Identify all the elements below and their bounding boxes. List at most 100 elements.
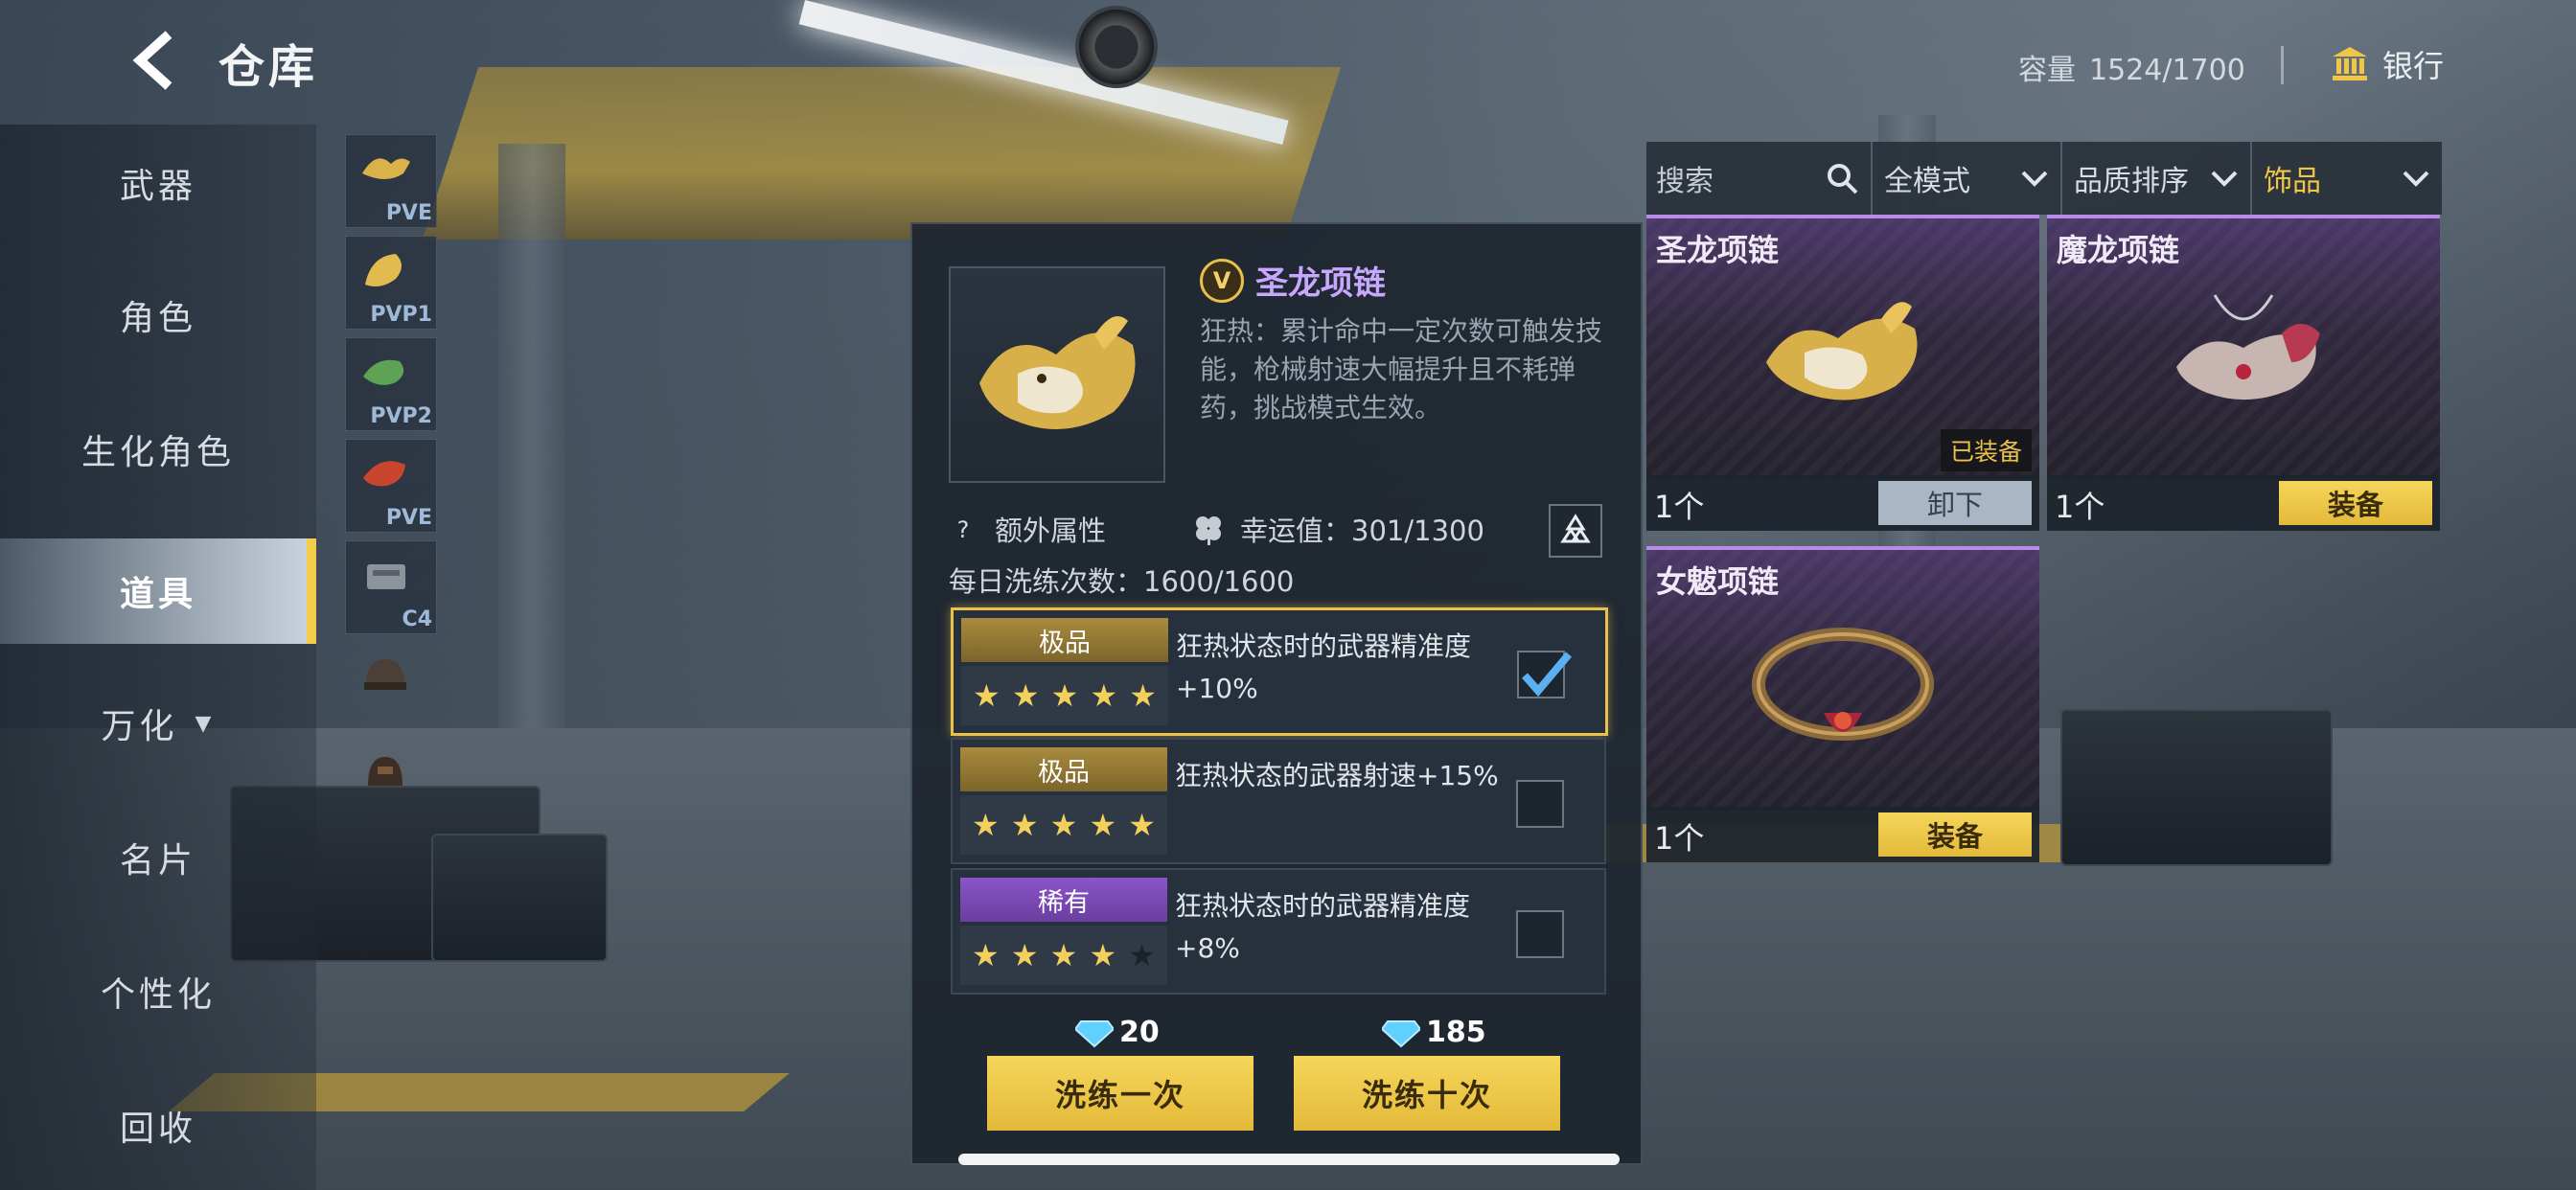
nav-item-wanhua[interactable]: 万化 ▼ xyxy=(0,671,316,776)
wash-once-cost: 20 xyxy=(1075,1016,1160,1049)
star-rating: ★ ★ ★ ★ ★ xyxy=(961,666,1168,725)
subnav-tag: PVE xyxy=(385,506,432,530)
star-icon: ★ xyxy=(1129,677,1157,714)
nav-item-weapons[interactable]: 武器 xyxy=(0,130,316,236)
card-header: 圣龙项链 已装备 xyxy=(1646,215,2039,479)
wash-once-button[interactable]: 洗练一次 xyxy=(987,1056,1254,1131)
wash-option-row[interactable]: 极品 ★ ★ ★ ★ ★ 狂热状态的武器射速+15% xyxy=(951,738,1606,864)
crate xyxy=(2060,709,2333,866)
c4-bomb-icon xyxy=(367,564,405,589)
category-dropdown[interactable]: 饰品 xyxy=(2252,142,2442,215)
subnav-tag: PVP1 xyxy=(370,303,432,327)
nav-label: 武器 xyxy=(119,167,196,206)
dragon-icon xyxy=(362,158,410,179)
diamond-icon xyxy=(1075,1019,1114,1047)
search-input[interactable]: 搜索 xyxy=(1646,142,1873,215)
nav-item-zombie-characters[interactable]: 生化角色 xyxy=(0,397,316,502)
star-icon: ★ xyxy=(1010,807,1039,843)
chevron-left-icon xyxy=(132,31,172,90)
star-icon: ★ xyxy=(973,677,1000,714)
demon-dragon-necklace-image xyxy=(2176,294,2320,400)
option-checkbox[interactable] xyxy=(1517,651,1573,698)
subnav-item[interactable]: PVP1 xyxy=(345,236,437,330)
wash-option-row[interactable]: 稀有 ★ ★ ★ ★ ★ 狂热状态时的武器精准度+8% xyxy=(951,868,1606,995)
mode-value: 全模式 xyxy=(1884,165,1970,198)
card-footer: 1个 装备 xyxy=(2047,475,2440,531)
daily-wash-count: 每日洗练次数：1600/1600 xyxy=(949,565,1295,598)
category-value: 饰品 xyxy=(2264,165,2321,198)
dragon-necklace-image xyxy=(1766,302,1918,400)
nav-item-characters[interactable]: 角色 xyxy=(0,263,316,368)
crate xyxy=(431,834,608,962)
option-checkbox[interactable] xyxy=(1516,780,1564,828)
star-icon: ★ xyxy=(1050,677,1079,714)
helmet-icon xyxy=(368,757,402,786)
subnav-item[interactable] xyxy=(345,642,435,734)
luck-value: 幸运值：301/1300 xyxy=(1240,515,1484,547)
question-icon[interactable]: ? xyxy=(951,516,976,543)
item-preview xyxy=(949,266,1165,483)
option-checkbox[interactable] xyxy=(1516,910,1564,958)
attribute-row: ? 额外属性 幸运值：301/1300 xyxy=(951,502,1602,558)
capacity-label: 容量 xyxy=(2018,54,2076,87)
subnav-item[interactable]: PVE xyxy=(345,134,437,228)
inventory-card[interactable]: 女魃项链 1个 装备 xyxy=(1646,546,2039,862)
star-rating: ★ ★ ★ ★ ★ xyxy=(960,926,1167,985)
subnav-item[interactable]: PVP2 xyxy=(345,337,437,431)
search-placeholder: 搜索 xyxy=(1656,165,1714,198)
item-description: 狂热：累计命中一定次数可触发技能，枪械射速大幅提升且不耗弹药，挑战模式生效。 xyxy=(1200,315,1603,423)
nav-item-items[interactable]: 道具 xyxy=(0,538,316,644)
nav-item-personalize[interactable]: 个性化 xyxy=(0,939,316,1044)
recycle-button[interactable] xyxy=(1549,504,1602,558)
circlet-necklace-image xyxy=(1752,628,1934,741)
item-name: 圣龙项链 xyxy=(1255,264,1386,303)
star-empty-icon: ★ xyxy=(1128,937,1156,973)
extra-attr-label: 额外属性 xyxy=(995,515,1107,547)
capacity-display: 容量 1524/1700 xyxy=(2018,46,2245,88)
nav-item-recycle[interactable]: 回收 xyxy=(0,1073,316,1179)
home-indicator[interactable] xyxy=(958,1154,1620,1165)
subnav-item[interactable]: PVE xyxy=(345,439,437,533)
bank-button[interactable]: 银行 xyxy=(2331,40,2444,88)
card-footer: 1个 卸下 xyxy=(1646,475,2039,531)
page-title: 仓库 xyxy=(218,40,319,94)
cost-value: 185 xyxy=(1426,1016,1486,1049)
wash-option-row[interactable]: 极品 ★ ★ ★ ★ ★ 狂热状态时的武器精准度+10% xyxy=(951,607,1608,736)
chevron-down-icon xyxy=(2211,171,2238,187)
mode-dropdown[interactable]: 全模式 xyxy=(1873,142,2062,215)
subnav-item[interactable]: C4 xyxy=(345,540,437,634)
sort-dropdown[interactable]: 品质排序 xyxy=(2062,142,2252,215)
clover-icon xyxy=(1196,516,1222,545)
search-icon xyxy=(1828,164,1858,195)
star-icon: ★ xyxy=(1049,807,1078,843)
equip-button[interactable]: 装备 xyxy=(1878,812,2032,857)
subnav-tag: PVE xyxy=(385,201,432,225)
nav-label: 生化角色 xyxy=(80,433,235,472)
subnav-tag: PVP2 xyxy=(370,404,432,428)
equip-button[interactable]: 装备 xyxy=(2279,481,2432,525)
back-button[interactable] xyxy=(126,29,184,92)
filter-bar: 搜索 全模式 品质排序 饰品 xyxy=(1646,142,2442,215)
recycle-icon xyxy=(1560,514,1591,543)
card-name: 魔龙项链 xyxy=(2057,232,2180,268)
dragon-necklace-image xyxy=(979,316,1136,429)
item-count: 1个 xyxy=(1654,489,1705,525)
grade-badge: 极品 xyxy=(960,747,1167,791)
wash-ten-button[interactable]: 洗练十次 xyxy=(1294,1056,1560,1131)
nav-item-cards[interactable]: 名片 xyxy=(0,805,316,910)
vip-badge-icon: V xyxy=(1200,258,1244,303)
inventory-card[interactable]: 魔龙项链 1个 装备 xyxy=(2047,215,2440,531)
caret-down-icon: ▼ xyxy=(195,711,216,736)
header-divider xyxy=(2281,46,2284,84)
option-text: 狂热状态时的武器精准度+10% xyxy=(1176,630,1472,704)
inventory-card[interactable]: 圣龙项链 已装备 1个 卸下 xyxy=(1646,215,2039,531)
card-footer: 1个 装备 xyxy=(1646,807,2039,862)
equipped-tag: 已装备 xyxy=(1940,429,2032,471)
nav-label: 回收 xyxy=(119,1110,196,1149)
subnav-item[interactable] xyxy=(345,738,435,830)
unequip-button[interactable]: 卸下 xyxy=(1878,481,2032,525)
card-name: 圣龙项链 xyxy=(1656,232,1780,268)
star-icon: ★ xyxy=(972,807,1000,843)
star-icon: ★ xyxy=(1049,937,1078,973)
chevron-down-icon xyxy=(2403,171,2429,187)
